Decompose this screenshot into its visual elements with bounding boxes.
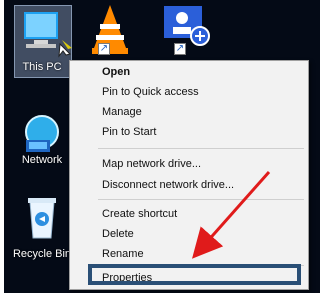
vlc-icon [92,5,128,54]
menu-item-pin-start[interactable]: Pin to Start [102,123,156,141]
menu-separator [98,199,304,200]
menu-item-manage[interactable]: Manage [102,103,142,121]
menu-item-map-network-drive[interactable]: Map network drive... [102,155,201,173]
menu-item-open[interactable]: Open [102,63,130,81]
user-add-shortcut-icon [164,6,210,46]
menu-item-create-shortcut[interactable]: Create shortcut [102,205,177,223]
properties-highlight-box [88,264,301,285]
this-pc-icon [24,12,72,58]
menu-separator [98,148,304,149]
shortcut-arrow-icon: ↗ [98,43,110,55]
menu-item-pin-quick-access[interactable]: Pin to Quick access [102,83,199,101]
menu-item-rename[interactable]: Rename [102,245,144,263]
menu-item-delete[interactable]: Delete [102,225,134,243]
desktop: This PC ↗ ↗ Network Recycle Bin Open Pin… [4,0,320,293]
shortcut-arrow-icon: ↗ [174,43,186,55]
context-menu: Open Pin to Quick access Manage Pin to S… [69,60,309,290]
menu-item-disconnect-network-drive[interactable]: Disconnect network drive... [102,176,234,194]
